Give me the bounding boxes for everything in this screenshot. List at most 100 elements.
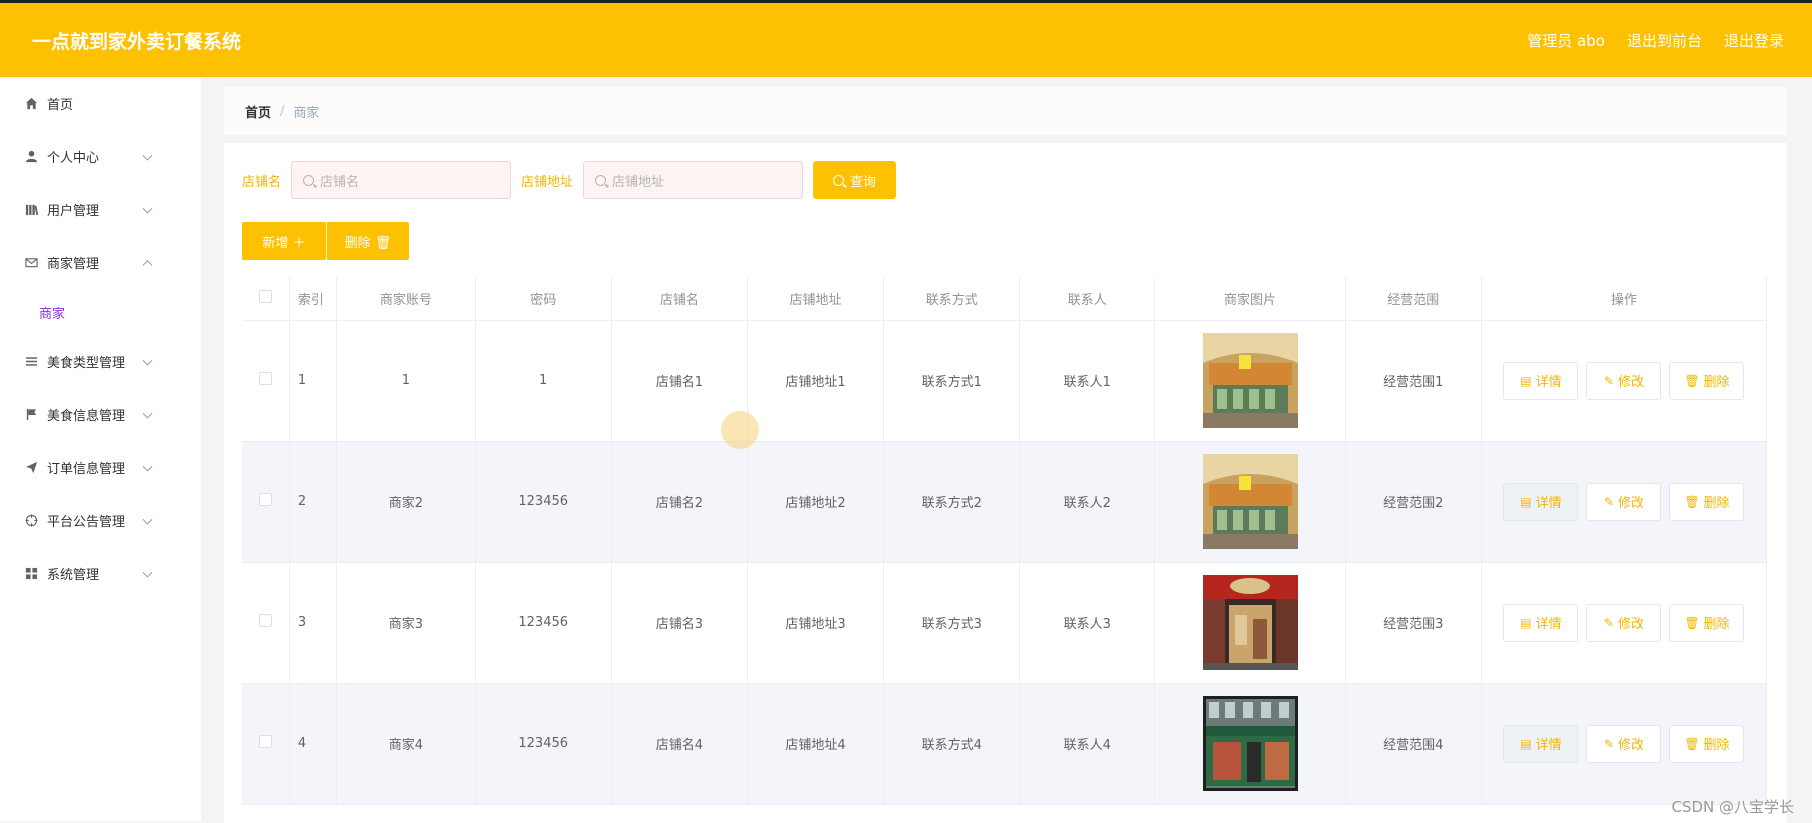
column-header: 联系方式 xyxy=(884,277,1020,320)
merchant-image-cell xyxy=(1155,441,1345,562)
delete-button[interactable]: 🗑删除 xyxy=(1669,725,1744,763)
shop-address-input[interactable]: 店铺地址 xyxy=(583,161,803,199)
row-select-cell[interactable] xyxy=(242,562,289,683)
index-cell: 2 xyxy=(289,441,336,562)
chevron-down-icon xyxy=(143,203,153,213)
merchant-image xyxy=(1203,696,1298,791)
logout-link[interactable]: 退出登录 xyxy=(1724,30,1784,51)
sidebar-item-label: 美食类型管理 xyxy=(47,352,125,371)
shop-name-cell: 店铺名2 xyxy=(611,441,747,562)
delete-button[interactable]: 🗑删除 xyxy=(1669,604,1744,642)
exit-to-frontend-link[interactable]: 退出到前台 xyxy=(1627,30,1702,51)
password-cell: 1 xyxy=(475,320,611,441)
contact-person-cell: 联系人4 xyxy=(1020,683,1155,804)
edit-button[interactable]: ✎修改 xyxy=(1586,362,1661,400)
sidebar-item-label: 美食信息管理 xyxy=(47,405,125,424)
document-icon: ▤ xyxy=(1520,374,1531,388)
query-button-label: 查询 xyxy=(850,171,876,190)
delete-button-label: 删除 xyxy=(1704,371,1730,390)
edit-icon: ✎ xyxy=(1604,616,1614,630)
document-icon: ▤ xyxy=(1520,616,1531,630)
shop-address-cell: 店铺地址2 xyxy=(747,441,883,562)
sidebar-item-personal-center[interactable]: 个人中心 xyxy=(0,130,201,183)
shop-address-label: 店铺地址 xyxy=(521,171,573,190)
column-header: 联系人 xyxy=(1020,277,1155,320)
chevron-down-icon xyxy=(143,150,153,160)
sidebar-item-label: 用户管理 xyxy=(47,200,99,219)
row-select-cell[interactable] xyxy=(242,683,289,804)
business-scope-cell: 经营范围3 xyxy=(1345,562,1481,683)
table-row: 2 商家2 123456 店铺名2 店铺地址2 联系方式2 联系人2 xyxy=(242,441,1767,562)
merchant-image xyxy=(1203,575,1298,670)
column-header: 店铺名 xyxy=(611,277,747,320)
detail-button[interactable]: ▤详情 xyxy=(1503,483,1578,521)
admin-user-link[interactable]: 管理员 abo xyxy=(1527,30,1605,51)
table-header-row: 索引 商家账号 密码 店铺名 店铺地址 联系方式 联系人 商家图片 经营范围 操… xyxy=(242,277,1767,320)
grid-icon xyxy=(24,567,38,581)
row-checkbox[interactable] xyxy=(259,493,272,506)
contact-person-cell: 联系人2 xyxy=(1020,441,1155,562)
detail-button[interactable]: ▤详情 xyxy=(1503,725,1578,763)
detail-button-label: 详情 xyxy=(1536,734,1562,753)
detail-button-label: 详情 xyxy=(1536,613,1562,632)
breadcrumb-home[interactable]: 首页 xyxy=(245,102,271,121)
sidebar-item-system-management[interactable]: 系统管理 xyxy=(0,547,201,600)
edit-button[interactable]: ✎ 修改 xyxy=(1586,725,1661,763)
trash-icon: 🗑 xyxy=(1684,616,1699,630)
home-icon xyxy=(24,97,38,111)
edit-icon: ✎ xyxy=(1604,737,1614,751)
sidebar-item-home[interactable]: 首页 xyxy=(0,77,201,130)
breadcrumb-separator: / xyxy=(280,104,284,119)
row-checkbox[interactable] xyxy=(259,614,272,627)
select-all-checkbox[interactable] xyxy=(259,290,272,303)
shop-name-input[interactable]: 店铺名 xyxy=(291,161,511,199)
contact-cell: 联系方式1 xyxy=(884,320,1020,441)
shop-name-placeholder: 店铺名 xyxy=(320,171,359,190)
edit-button[interactable]: ✎修改 xyxy=(1586,604,1661,642)
sidebar-item-food-type-management[interactable]: 美食类型管理 xyxy=(0,335,201,388)
query-button[interactable]: 查询 xyxy=(813,161,896,199)
sidebar-item-notice-management[interactable]: 平台公告管理 xyxy=(0,494,201,547)
trash-icon: 🗑 xyxy=(1684,495,1699,509)
detail-button[interactable]: ▤详情 xyxy=(1503,362,1578,400)
select-all-cell[interactable] xyxy=(242,277,289,320)
column-header: 操作 xyxy=(1481,277,1766,320)
row-checkbox[interactable] xyxy=(259,372,272,385)
table-row: 3 商家3 123456 店铺名3 店铺地址3 联系方式3 联系人3 xyxy=(242,562,1767,683)
shop-address-cell: 店铺地址1 xyxy=(747,320,883,441)
batch-delete-button[interactable]: 删除 🗑 xyxy=(326,222,409,260)
row-select-cell[interactable] xyxy=(242,320,289,441)
shop-name-cell: 店铺名3 xyxy=(611,562,747,683)
contact-cell: 联系方式4 xyxy=(884,683,1020,804)
column-header: 密码 xyxy=(475,277,611,320)
sidebar-item-order-info-management[interactable]: 订单信息管理 xyxy=(0,441,201,494)
column-header: 商家账号 xyxy=(337,277,475,320)
edit-icon: ✎ xyxy=(1604,495,1614,509)
password-cell: 123456 xyxy=(475,441,611,562)
delete-button[interactable]: 🗑删除 xyxy=(1669,483,1744,521)
trash-icon: 🗑 xyxy=(1684,374,1699,388)
delete-button[interactable]: 🗑 删除 xyxy=(1669,362,1744,400)
send-icon xyxy=(24,461,38,475)
sidebar-item-label: 首页 xyxy=(47,94,73,113)
account-cell: 商家4 xyxy=(337,683,475,804)
add-button[interactable]: 新增 ＋ xyxy=(242,222,326,260)
sidebar-item-merchant-management[interactable]: 商家管理 xyxy=(0,236,201,289)
sidebar-item-user-management[interactable]: 用户管理 xyxy=(0,183,201,236)
row-select-cell[interactable] xyxy=(242,441,289,562)
top-bar: 一点就到家外卖订餐系统 管理员 abo 退出到前台 退出登录 xyxy=(0,0,1812,77)
edit-button-label: 修改 xyxy=(1618,734,1644,753)
merchant-image-cell xyxy=(1155,320,1345,441)
row-checkbox[interactable] xyxy=(259,735,272,748)
sidebar-item-label: 平台公告管理 xyxy=(47,511,125,530)
list-icon xyxy=(24,355,38,369)
chevron-down-icon xyxy=(143,514,153,524)
sidebar-subitem-merchant[interactable]: 商家 xyxy=(0,289,201,335)
detail-button-label: 详情 xyxy=(1536,492,1562,511)
detail-button[interactable]: ▤ 详情 xyxy=(1503,604,1578,642)
edit-button[interactable]: ✎修改 xyxy=(1586,483,1661,521)
action-bar: 新增 ＋ 删除 🗑 xyxy=(242,222,409,260)
shop-name-cell: 店铺名4 xyxy=(611,683,747,804)
sidebar-item-food-info-management[interactable]: 美食信息管理 xyxy=(0,388,201,441)
sidebar-item-label: 订单信息管理 xyxy=(47,458,125,477)
